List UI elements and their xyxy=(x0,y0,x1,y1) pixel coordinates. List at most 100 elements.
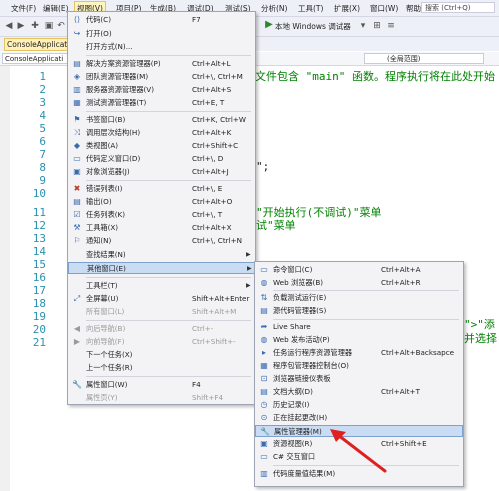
menu-item-browser-link[interactable]: ⊡ 浏览器链接仪表板 xyxy=(255,373,463,385)
history-icon: ◷ xyxy=(260,400,268,409)
separator xyxy=(273,319,459,320)
search-input[interactable]: 搜索 (Ctrl+Q) xyxy=(421,2,495,13)
save-icon[interactable]: ▣ xyxy=(44,21,54,31)
menu-item-web-browser[interactable]: ◍ Web 浏览器(B) Ctrl+Alt+R xyxy=(255,277,463,289)
menu-item-code-definition[interactable]: ▭ 代码定义窗口(D) Ctrl+\, D xyxy=(68,153,255,165)
view-menu: ⟨⟩ 代码(C) F7 ↪ 打开(O) 打开方式(N)... ▤ 解决方案资源管理器(P… xyxy=(67,11,256,405)
menu-item-bookmarks[interactable]: ⚑ 书签窗口(B) Ctrl+K, Ctrl+W xyxy=(68,114,255,126)
line-number: 10 xyxy=(32,187,46,200)
line-number: 17 xyxy=(32,284,46,297)
submenu-arrow-icon: ▶ xyxy=(247,265,252,272)
undo-icon[interactable]: ↶ xyxy=(56,21,66,31)
menu-item-navigate-forward: ▶ 向前导航(F) Ctrl+Shift+- xyxy=(73,337,236,346)
menu-item-csharp-interactive[interactable]: ▭ C# 交互窗口 xyxy=(255,451,463,463)
menu-item-task-runner[interactable]: ▸ 任务运行程序资源管理器 Ctrl+Alt+Backsapce xyxy=(255,347,463,359)
load-test-icon: ⇅ xyxy=(260,293,268,302)
menu-item-find-results[interactable]: 查找结果(N) ▶ xyxy=(68,249,255,261)
line-number: 19 xyxy=(32,310,46,323)
line-number: 13 xyxy=(32,232,46,245)
live-share-icon: ➦ xyxy=(260,322,268,331)
menu-item-live-share[interactable]: ➦ Live Share xyxy=(255,321,463,333)
menu-item-notifications[interactable]: ⚐ 通知(N) Ctrl+\, Ctrl+N xyxy=(68,235,255,247)
menu-file[interactable]: 文件(F) xyxy=(11,3,36,14)
menu-analyze[interactable]: 分析(N) xyxy=(261,3,287,14)
back-icon: ◀ xyxy=(73,324,81,333)
menu-item-task-list[interactable]: ☑ 任务列表(K) Ctrl+\, T xyxy=(68,209,255,221)
menu-item-property-manager[interactable]: 🔧 属性管理器(M) xyxy=(255,425,463,437)
document-tab[interactable]: ConsoleApplication xyxy=(4,38,74,51)
menu-item-test-explorer[interactable]: ▦ 测试资源管理器(T) Ctrl+E, T xyxy=(68,97,255,109)
other-windows-submenu: ▭ 命令窗口(C) Ctrl+Alt+A ◍ Web 浏览器(B) Ctrl+Alt+R… xyxy=(254,261,464,487)
class-view-icon: ◆ xyxy=(73,141,81,150)
separator xyxy=(86,111,251,112)
menu-item-previous-task[interactable]: 上一个任务(R) xyxy=(68,362,255,374)
menu-edit[interactable]: 编辑(E) xyxy=(43,3,69,14)
menu-item-package-manager-console[interactable]: ▦ 程序包管理器控制台(O) xyxy=(255,360,463,372)
menu-item-open[interactable]: ↪ 打开(O) xyxy=(68,28,255,40)
line-number: 1 xyxy=(39,70,46,83)
menu-item-history[interactable]: ◷ 历史记录(I) xyxy=(255,399,463,411)
line-number: 12 xyxy=(32,219,46,232)
line-number: 6 xyxy=(39,135,46,148)
start-debug-button[interactable]: 本地 Windows 调试器 xyxy=(275,21,351,32)
menu-item-code-metrics[interactable]: ▥ 代码度量值结果(M) xyxy=(255,468,463,480)
menu-item-team-explorer[interactable]: ◈ 团队资源管理器(M) Ctrl+\, Ctrl+M xyxy=(68,71,255,83)
code-definition-icon: ▭ xyxy=(73,154,81,163)
menu-item-class-view[interactable]: ◆ 类视图(A) Ctrl+Shift+C xyxy=(68,140,255,152)
menu-item-source-control-explorer[interactable]: ▤ 源代码管理器(S) xyxy=(255,305,463,317)
menu-item-full-screen[interactable]: ⤢ 全屏幕(U) Shift+Alt+Enter xyxy=(68,293,255,305)
menu-item-server-explorer[interactable]: ▥ 服务器资源管理器(V) Ctrl+Alt+S xyxy=(68,84,255,96)
toolbar-icon-a[interactable]: ⊞ xyxy=(372,21,382,31)
code-icon: ⟨⟩ xyxy=(73,15,81,24)
scope-dropdown[interactable]: (全局范围) xyxy=(364,53,484,64)
call-hierarchy-icon: ⤨ xyxy=(73,128,81,137)
pending-changes-icon: ⊙ xyxy=(260,413,268,422)
code-fragment: 试"菜单 xyxy=(256,219,296,232)
start-debug-icon[interactable]: ▶ xyxy=(264,20,274,32)
menu-item-solution-explorer[interactable]: ▤ 解决方案资源管理器(P) Ctrl+Alt+L xyxy=(68,58,255,70)
menu-item-web-publish[interactable]: ◍ Web 发布活动(P) xyxy=(255,334,463,346)
new-project-icon[interactable]: ✚ xyxy=(30,21,40,31)
line-number: 18 xyxy=(32,297,46,310)
menu-extensions[interactable]: 扩展(X) xyxy=(334,3,360,14)
menu-item-error-list[interactable]: ✖ 错误列表(I) Ctrl+\, E xyxy=(68,183,255,195)
submenu-arrow-icon: ▶ xyxy=(246,251,251,258)
menu-item-code[interactable]: ⟨⟩ 代码(C) F7 xyxy=(68,14,255,26)
menu-window[interactable]: 窗口(W) xyxy=(370,3,398,14)
toolbar-icon-b[interactable]: ≡ xyxy=(386,21,396,31)
line-number: 9 xyxy=(39,174,46,187)
menu-item-document-outline[interactable]: ▤ 文档大纲(D) Ctrl+Alt+T xyxy=(255,386,463,398)
forward-icon: ▶ xyxy=(73,337,81,346)
menu-tools[interactable]: 工具(T) xyxy=(298,3,323,14)
menu-item-toolbars[interactable]: 工具栏(T) ▶ xyxy=(68,280,255,292)
menu-item-object-browser[interactable]: ▣ 对象浏览器(J) Ctrl+Alt+J xyxy=(68,166,255,178)
bookmark-icon: ⚑ xyxy=(73,115,81,124)
line-number: 8 xyxy=(39,161,46,174)
menu-item-load-test-runs[interactable]: ⇅ 负载测试运行(E) xyxy=(255,292,463,304)
line-number: 15 xyxy=(32,258,46,271)
menu-item-open-with[interactable]: 打开方式(N)... xyxy=(68,41,255,53)
menu-item-command-window[interactable]: ▭ 命令窗口(C) Ctrl+Alt+A xyxy=(255,264,463,276)
forward-icon[interactable]: ▶ xyxy=(16,21,26,31)
separator xyxy=(273,465,459,466)
back-icon[interactable]: ◀ xyxy=(4,21,14,31)
line-number: 3 xyxy=(39,96,46,109)
dropdown-icon[interactable]: ▾ xyxy=(358,21,368,31)
menu-item-toolbox[interactable]: ⚒ 工具箱(X) Ctrl+Alt+X xyxy=(68,222,255,234)
globe-icon: ◍ xyxy=(260,278,268,287)
team-explorer-icon: ◈ xyxy=(73,72,81,81)
line-number: 20 xyxy=(32,323,46,336)
menu-item-call-hierarchy[interactable]: ⤨ 调用层次结构(H) Ctrl+Alt+K xyxy=(68,127,255,139)
menu-item-next-task[interactable]: 下一个任务(X) xyxy=(68,349,255,361)
separator xyxy=(86,55,251,56)
line-number: 5 xyxy=(39,122,46,135)
menu-item-pending-changes[interactable]: ⊙ 正在挂起更改(H) xyxy=(255,412,463,424)
menu-item-output[interactable]: ▤ 输出(O) Ctrl+Alt+O xyxy=(68,196,255,208)
line-number: 4 xyxy=(39,109,46,122)
menu-item-properties-window[interactable]: 🔧 属性窗口(W) F4 xyxy=(68,379,255,391)
full-screen-icon: ⤢ xyxy=(73,294,81,303)
menu-item-resource-view[interactable]: ▣ 资源视图(R) Ctrl+Shift+E xyxy=(255,438,463,450)
menu-item-other-windows[interactable]: 其他窗口(E) ▶ xyxy=(68,262,255,274)
separator xyxy=(86,376,251,377)
csharp-interactive-icon: ▭ xyxy=(260,452,268,461)
